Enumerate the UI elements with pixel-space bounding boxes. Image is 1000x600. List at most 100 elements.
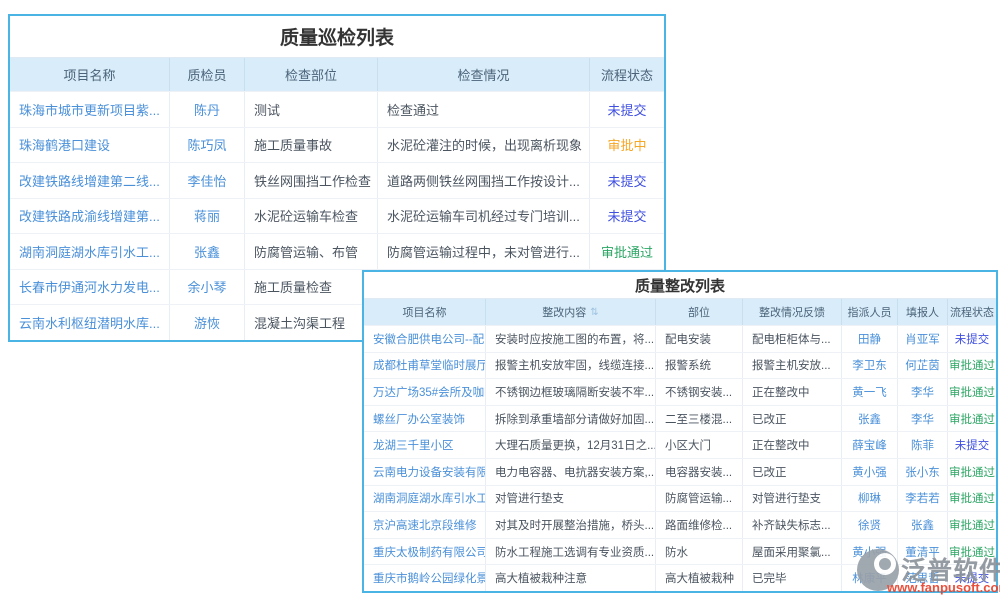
status-text: 审批通过 — [948, 512, 996, 538]
cell-text: 电力电容器、电抗器安装方案,... — [486, 459, 656, 485]
cell-text: 施工质量事故 — [245, 128, 378, 163]
person-link[interactable]: 薛宝峰 — [842, 432, 898, 458]
person-link[interactable]: 黄小强 — [842, 459, 898, 485]
column-header-label: 检查情况 — [457, 65, 509, 84]
status-text: 审批通过 — [948, 406, 996, 432]
column-header-1: 项目名称 — [364, 299, 486, 325]
status-text: 未提交 — [948, 432, 996, 458]
cell-text: 正在整改中 — [743, 432, 842, 458]
status-text: 审批通过 — [948, 353, 996, 379]
column-header-label: 检查部位 — [285, 65, 337, 84]
project-link[interactable]: 湖南洞庭湖水库引水工程施工标 — [364, 486, 486, 512]
cell-text: 防水 — [656, 539, 743, 565]
column-header-label: 整改内容 — [542, 304, 586, 320]
watermark-url: www.fanpusoft.com — [887, 580, 1000, 595]
cell-text: 混凝土沟渠工程 — [245, 305, 378, 340]
table-row: 安徽合肥供电公司--配电设备...安装时应按施工图的布置，将...配电安装配电柜… — [364, 325, 996, 352]
status-text: 未提交 — [590, 92, 664, 127]
watermark: 泛普软件 www.fanpusoft.com — [855, 543, 1000, 599]
project-link[interactable]: 改建铁路成渝线增建第... — [10, 199, 170, 234]
person-link[interactable]: 徐贤 — [842, 512, 898, 538]
cell-text: 安装时应按施工图的布置，将... — [486, 326, 656, 352]
cell-text: 大理石质量更换，12月31日之... — [486, 432, 656, 458]
cell-text: 对其及时开展整治措施，桥头... — [486, 512, 656, 538]
person-link[interactable]: 李若若 — [898, 486, 948, 512]
column-header-4: 整改情况反馈 — [743, 299, 842, 325]
table1-header-row: 项目名称 质检员 检查部位 检查情况 流程状态 — [10, 58, 664, 91]
cell-text: 测试 — [245, 92, 378, 127]
person-link[interactable]: 陈丹 — [170, 92, 245, 127]
column-header-2: 质检员 — [170, 58, 245, 91]
cell-text: 路面维修检... — [656, 512, 743, 538]
cell-text: 防腐管运输过程中，未对管进行... — [378, 234, 590, 269]
column-header-5: 流程状态 — [590, 58, 664, 91]
sort-icon[interactable]: ⇅ — [590, 307, 598, 318]
project-link[interactable]: 京沪高速北京段维修 — [364, 512, 486, 538]
cell-text: 报警主机安放... — [743, 353, 842, 379]
column-header-label: 指派人员 — [848, 304, 892, 320]
person-link[interactable]: 游恢 — [170, 305, 245, 340]
project-link[interactable]: 云南电力设备安装有限公司20... — [364, 459, 486, 485]
column-header-2[interactable]: 整改内容 ⇅ — [486, 299, 656, 325]
person-link[interactable]: 张鑫 — [170, 234, 245, 269]
person-link[interactable]: 蒋丽 — [170, 199, 245, 234]
cell-text: 防腐管运输、布管 — [245, 234, 378, 269]
person-link[interactable]: 何芷茵 — [898, 353, 948, 379]
cell-text: 不锈钢安装... — [656, 379, 743, 405]
cell-text: 拆除到承重墙部分请做好加固... — [486, 406, 656, 432]
person-link[interactable]: 李佳怡 — [170, 163, 245, 198]
person-link[interactable]: 李华 — [898, 406, 948, 432]
project-link[interactable]: 珠海市城市更新项目紫... — [10, 92, 170, 127]
person-link[interactable]: 肖亚军 — [898, 326, 948, 352]
status-text: 审批通过 — [948, 459, 996, 485]
person-link[interactable]: 陈巧凤 — [170, 128, 245, 163]
person-link[interactable]: 陈菲 — [898, 432, 948, 458]
column-header-label: 流程状态 — [601, 65, 653, 84]
person-link[interactable]: 张鑫 — [842, 406, 898, 432]
project-link[interactable]: 重庆市鹅岭公园绿化景观提升... — [364, 565, 486, 591]
table-row: 万达广场35#会所及咖啡厅空...不锈钢边框玻璃隔断安装不牢...不锈钢安装..… — [364, 378, 996, 405]
cell-text: 电容器安装... — [656, 459, 743, 485]
column-header-label: 项目名称 — [63, 65, 115, 84]
column-header-5: 指派人员 — [842, 299, 898, 325]
person-link[interactable]: 黄一飞 — [842, 379, 898, 405]
table-row: 云南电力设备安装有限公司20...电力电容器、电抗器安装方案,...电容器安装.… — [364, 458, 996, 485]
person-link[interactable]: 李卫东 — [842, 353, 898, 379]
project-link[interactable]: 云南水利枢纽潜明水库... — [10, 305, 170, 340]
table-row: 螺丝厂办公室装饰拆除到承重墙部分请做好加固...二至三楼混...已改正张鑫李华审… — [364, 405, 996, 432]
cell-text: 配电安装 — [656, 326, 743, 352]
column-header-4: 检查情况 — [378, 58, 590, 91]
project-link[interactable]: 螺丝厂办公室装饰 — [364, 406, 486, 432]
cell-text: 补齐缺失标志... — [743, 512, 842, 538]
cell-text: 防腐管运输... — [656, 486, 743, 512]
cell-text: 已改正 — [743, 406, 842, 432]
project-link[interactable]: 湖南洞庭湖水库引水工... — [10, 234, 170, 269]
cell-text: 不锈钢边框玻璃隔断安装不牢... — [486, 379, 656, 405]
person-link[interactable]: 余小琴 — [170, 270, 245, 305]
project-link[interactable]: 珠海鹤港口建设 — [10, 128, 170, 163]
project-link[interactable]: 长春市伊通河水力发电... — [10, 270, 170, 305]
column-header-1: 项目名称 — [10, 58, 170, 91]
cell-text: 水泥砼灌注的时候，出现离析现象 — [378, 128, 590, 163]
project-link[interactable]: 成都杜甫草堂临时展厅独立展... — [364, 353, 486, 379]
person-link[interactable]: 张小东 — [898, 459, 948, 485]
column-header-3: 部位 — [656, 299, 743, 325]
cell-text: 配电柜柜体与... — [743, 326, 842, 352]
project-link[interactable]: 安徽合肥供电公司--配电设备... — [364, 326, 486, 352]
project-link[interactable]: 万达广场35#会所及咖啡厅空... — [364, 379, 486, 405]
column-header-label: 质检员 — [187, 65, 226, 84]
cell-text: 小区大门 — [656, 432, 743, 458]
person-link[interactable]: 柳琳 — [842, 486, 898, 512]
project-link[interactable]: 龙湖三千里小区 — [364, 432, 486, 458]
cell-text: 检查通过 — [378, 92, 590, 127]
person-link[interactable]: 田静 — [842, 326, 898, 352]
person-link[interactable]: 张鑫 — [898, 512, 948, 538]
cell-text: 施工质量检查 — [245, 270, 378, 305]
project-link[interactable]: 重庆太极制药有限公司亳州中... — [364, 539, 486, 565]
table-row: 京沪高速北京段维修对其及时开展整治措施，桥头...路面维修检...补齐缺失标志.… — [364, 511, 996, 538]
column-header-label: 流程状态 — [950, 304, 994, 320]
column-header-label: 填报人 — [906, 304, 939, 320]
column-header-label: 项目名称 — [403, 304, 447, 320]
person-link[interactable]: 李华 — [898, 379, 948, 405]
project-link[interactable]: 改建铁路线增建第二线... — [10, 163, 170, 198]
